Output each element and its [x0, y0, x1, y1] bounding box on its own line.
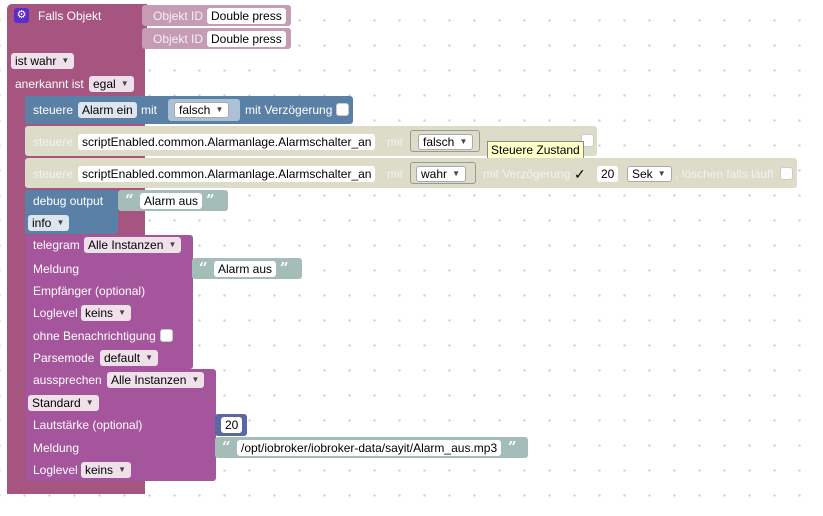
- telegram-parsemode-value: default: [104, 351, 141, 365]
- set-alarm-with-label: mit: [141, 103, 157, 117]
- set-switch2-delay-unit-dropdown[interactable]: Sek ▼: [627, 166, 672, 182]
- speak-instance-value: Alle Instanzen: [111, 373, 187, 387]
- set-alarm-delay-checkbox[interactable]: [336, 103, 349, 116]
- set-switch2-label: steuere: [33, 167, 74, 181]
- chevron-down-icon: ▼: [85, 398, 94, 407]
- set-switch2-with-label: mit: [387, 167, 403, 181]
- set-alarm-value-dropdown[interactable]: falsch ▼: [174, 102, 230, 118]
- set-switch2-delay-value[interactable]: 20: [597, 166, 619, 182]
- telegram-instance-value: Alle Instanzen: [88, 238, 164, 252]
- speak-label: aussprechen: [33, 373, 102, 387]
- object-id-field-1[interactable]: Double press: [207, 8, 286, 24]
- chevron-down-icon: ▼: [118, 465, 127, 474]
- speak-message-field[interactable]: /opt/iobroker/iobroker-data/sayit/Alarm_…: [237, 440, 502, 456]
- trigger-block-bottom: [7, 485, 145, 494]
- set-switch1-value: falsch: [423, 135, 455, 149]
- set-alarm-target: Alarm ein: [82, 103, 133, 117]
- set-switch2-clear-checkbox[interactable]: [780, 167, 793, 180]
- speak-loglevel-dropdown[interactable]: keins ▼: [81, 462, 132, 478]
- speak-loglevel-value: keins: [85, 463, 114, 477]
- set-switch2-delay-unit: Sek: [632, 167, 653, 181]
- telegram-message-label: Meldung: [33, 262, 80, 276]
- chevron-down-icon: ▼: [56, 218, 65, 227]
- object-id-label-1: Objekt ID: [153, 9, 204, 23]
- telegram-instance-dropdown[interactable]: Alle Instanzen ▼: [84, 237, 182, 253]
- object-id-field-2[interactable]: Double press: [207, 31, 286, 47]
- ack-dropdown[interactable]: egal ▼: [89, 76, 134, 92]
- speak-volume-label: Lautstärke (optional): [33, 418, 143, 432]
- chevron-down-icon: ▼: [120, 79, 129, 88]
- chevron-down-icon: ▼: [215, 105, 224, 114]
- set-alarm-target-dropdown[interactable]: Alarm ein: [78, 102, 137, 118]
- chevron-down-icon: ▼: [118, 308, 127, 317]
- trigger-header: Falls Objekt: [38, 9, 102, 23]
- set-switch2-value: wahr: [421, 167, 448, 181]
- speak-loglevel-label: Loglevel: [33, 463, 78, 477]
- telegram-parsemode-label: Parsemode: [33, 351, 95, 365]
- close-quote-icon: ”: [508, 438, 517, 456]
- chevron-down-icon: ▼: [657, 169, 666, 178]
- speak-mode-dropdown[interactable]: Standard ▼: [28, 395, 99, 411]
- close-quote-icon: ”: [206, 191, 215, 209]
- set-alarm-value: falsch: [179, 103, 211, 117]
- set-switch2-delay-checkbox[interactable]: ✓: [574, 166, 586, 182]
- chevron-down-icon: ▼: [145, 353, 154, 362]
- telegram-loglevel-value: keins: [85, 306, 114, 320]
- telegram-loglevel-label: Loglevel: [33, 306, 78, 320]
- set-switch1-label: steuere: [33, 135, 74, 149]
- set-switch1-with-label: mit: [387, 135, 403, 149]
- debug-level-value: info: [32, 216, 52, 230]
- telegram-message-field[interactable]: Alarm aus: [214, 261, 277, 277]
- condition-value: ist wahr: [15, 54, 57, 68]
- debug-text-field[interactable]: Alarm aus: [140, 193, 203, 209]
- set-switch2-value-dropdown[interactable]: wahr ▼: [416, 166, 467, 182]
- set-switch2-delay-label: mit Verzögerung: [483, 167, 571, 181]
- condition-dropdown[interactable]: ist wahr ▼: [11, 53, 75, 69]
- object-id-label-2: Objekt ID: [153, 32, 204, 46]
- telegram-loglevel-dropdown[interactable]: keins ▼: [81, 305, 132, 321]
- chevron-down-icon: ▼: [168, 240, 177, 249]
- set-alarm-label: steuere: [33, 103, 74, 117]
- telegram-recipient-label: Empfänger (optional): [33, 284, 146, 298]
- debug-label: debug output: [33, 194, 104, 208]
- set-switch2-clear-label: , löschen falls läuft: [675, 167, 774, 181]
- open-quote-icon: “: [125, 191, 134, 209]
- speak-instance-dropdown[interactable]: Alle Instanzen ▼: [107, 372, 205, 388]
- speak-volume-field[interactable]: 20: [221, 417, 243, 433]
- debug-level-dropdown[interactable]: info ▼: [28, 215, 70, 231]
- chevron-down-icon: ▼: [61, 56, 70, 65]
- chevron-down-icon: ▼: [452, 169, 461, 178]
- set-switch2-target[interactable]: scriptEnabled.common.Alarmanlage.Alarmsc…: [78, 166, 376, 182]
- ack-value: egal: [93, 77, 116, 91]
- chevron-down-icon: ▼: [459, 137, 468, 146]
- open-quote-icon: “: [222, 438, 231, 456]
- telegram-block[interactable]: [25, 235, 193, 369]
- telegram-silent-checkbox[interactable]: [160, 329, 173, 342]
- telegram-parsemode-dropdown[interactable]: default ▼: [100, 350, 159, 366]
- telegram-silent-label: ohne Benachrichtigung: [33, 329, 156, 343]
- ack-label: anerkannt ist: [15, 77, 84, 91]
- speak-message-label: Meldung: [33, 441, 80, 455]
- gear-icon[interactable]: ⚙: [14, 8, 29, 23]
- set-alarm-delay-label: mit Verzögerung: [245, 103, 333, 117]
- speak-mode-value: Standard: [32, 396, 81, 410]
- close-quote-icon: ”: [280, 259, 289, 277]
- set-switch1-target[interactable]: scriptEnabled.common.Alarmanlage.Alarmsc…: [78, 134, 376, 150]
- chevron-down-icon: ▼: [191, 375, 200, 384]
- telegram-label: telegram: [33, 238, 80, 252]
- open-quote-icon: “: [199, 259, 208, 277]
- set-switch1-value-dropdown[interactable]: falsch ▼: [418, 134, 474, 150]
